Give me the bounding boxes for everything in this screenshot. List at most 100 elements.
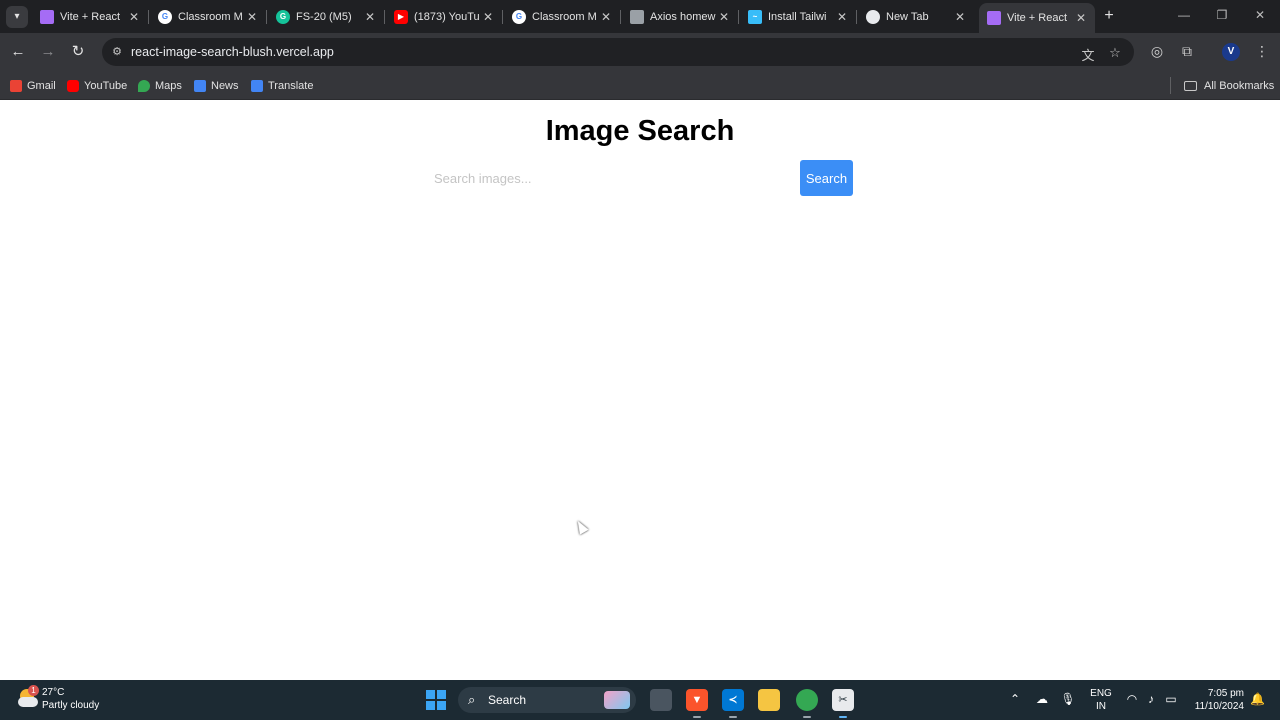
bookmark-label: News	[211, 79, 239, 92]
close-icon[interactable]: ✕	[362, 10, 378, 24]
tab-title: Vite + React	[60, 10, 121, 23]
brave-icon[interactable]: ▼	[686, 689, 708, 718]
chevron-up-icon[interactable]: ⌃	[1007, 692, 1023, 706]
search-button[interactable]: Search	[800, 160, 853, 196]
tab-separator	[384, 10, 385, 24]
tab-separator	[148, 10, 149, 24]
browser-toolbar: ← → ↻ ⚙ react-image-search-blush.vercel.…	[0, 33, 1280, 71]
language-region: IN	[1096, 701, 1106, 712]
bookmark-label: Gmail	[27, 79, 56, 92]
bookmark-maps[interactable]: Maps	[138, 78, 182, 93]
volume-icon[interactable]: ♪	[1143, 692, 1159, 706]
vscode-icon[interactable]: ≺	[722, 689, 744, 718]
wifi-icon[interactable]: ◠	[1124, 692, 1140, 706]
bookmark-gmail[interactable]: Gmail	[10, 78, 56, 93]
youtube-icon: ▶	[394, 9, 408, 24]
tab-1[interactable]: Vite + React ✕	[32, 4, 149, 29]
taskbar-search[interactable]: ⌕ Search	[458, 687, 636, 713]
notification-bell-icon[interactable]: 🔔	[1250, 692, 1265, 706]
tab-3[interactable]: G FS-20 (M5) ✕	[268, 4, 385, 29]
new-tab-button[interactable]: +	[1100, 7, 1118, 25]
chrome-icon[interactable]	[796, 689, 818, 718]
extensions-icon[interactable]: ⧉	[1178, 43, 1196, 60]
snipping-tool-icon[interactable]: ✂	[832, 689, 854, 718]
tab-search-button[interactable]: ▾	[6, 6, 28, 28]
site-info-icon[interactable]: ⚙	[110, 45, 124, 59]
tab-2[interactable]: G Classroom M ✕	[150, 4, 267, 29]
chrome-icon	[866, 9, 880, 24]
translate-icon	[251, 79, 263, 92]
tab-title: (1873) YouTu	[414, 10, 480, 23]
page-title: Image Search	[545, 115, 735, 147]
bookmark-youtube[interactable]: YouTube	[67, 78, 127, 93]
windows-logo-pane	[437, 701, 446, 710]
restore-button[interactable]: ❐	[1212, 8, 1232, 22]
taskbar: 1 27°C Partly cloudy ⌕ Search ▼ ≺ ✂ ⌃ ☁ …	[0, 680, 1280, 720]
profile-avatar[interactable]: V	[1222, 43, 1240, 61]
menu-icon[interactable]: ⋮	[1253, 43, 1271, 60]
bookmark-news[interactable]: News	[194, 78, 239, 93]
tab-separator	[620, 10, 621, 24]
tab-title: Axios homew	[650, 10, 716, 23]
tab-strip: ▾ Vite + React ✕ G Classroom M ✕ G FS-20…	[0, 0, 1280, 33]
page-content: Image Search Search	[0, 101, 1280, 680]
language-indicator[interactable]: ENG	[1090, 688, 1112, 699]
tab-7[interactable]: ~ Install Tailwi ✕	[740, 4, 857, 29]
lens-icon[interactable]: ◎	[1148, 43, 1166, 60]
close-icon[interactable]: ✕	[598, 10, 614, 24]
bookmark-label: Translate	[268, 79, 314, 92]
battery-icon[interactable]: ▭	[1163, 692, 1179, 706]
active-indicator	[839, 716, 847, 718]
windows-logo-pane	[426, 701, 435, 710]
all-bookmarks-button[interactable]: All Bookmarks	[1184, 78, 1274, 93]
address-bar[interactable]: ⚙ react-image-search-blush.vercel.app 文 …	[102, 38, 1134, 66]
news-icon	[194, 79, 206, 92]
bookmark-label: YouTube	[84, 79, 128, 92]
weather-temperature: 27°C	[42, 687, 65, 698]
bookmarks-divider	[1170, 77, 1171, 94]
maps-icon	[138, 79, 150, 92]
tab-separator	[502, 10, 503, 24]
close-window-button[interactable]: ✕	[1250, 8, 1270, 22]
tab-separator	[738, 10, 739, 24]
bookmark-star-icon[interactable]: ☆	[1107, 45, 1123, 61]
bookmark-translate[interactable]: Translate	[251, 78, 313, 93]
youtube-icon	[67, 79, 79, 92]
close-icon[interactable]: ✕	[834, 10, 850, 24]
file-explorer-icon[interactable]	[758, 689, 780, 711]
running-indicator	[729, 716, 737, 718]
search-input[interactable]	[426, 161, 800, 195]
translate-icon[interactable]: 文	[1080, 45, 1096, 64]
running-indicator	[803, 716, 811, 718]
gmail-icon	[10, 79, 22, 92]
tab-4[interactable]: ▶ (1873) YouTu ✕	[386, 4, 503, 29]
back-button[interactable]: ←	[8, 42, 28, 62]
tab-5[interactable]: G Classroom M ✕	[504, 4, 621, 29]
start-button[interactable]	[426, 690, 446, 710]
onedrive-icon[interactable]: ☁	[1034, 692, 1050, 706]
tab-6[interactable]: Axios homew ✕	[622, 4, 739, 29]
reload-button[interactable]: ↻	[68, 42, 88, 62]
close-icon[interactable]: ✕	[1073, 11, 1089, 25]
search-highlight-icon	[604, 691, 630, 709]
folder-icon	[1184, 80, 1197, 91]
close-icon[interactable]: ✕	[952, 10, 968, 24]
all-bookmarks-label: All Bookmarks	[1204, 79, 1275, 92]
close-icon[interactable]: ✕	[480, 10, 496, 24]
close-icon[interactable]: ✕	[126, 10, 142, 24]
search-icon: ⌕	[468, 692, 476, 707]
close-icon[interactable]: ✕	[716, 10, 732, 24]
tab-title: New Tab	[886, 10, 929, 23]
clock-time[interactable]: 7:05 pm	[1188, 688, 1244, 699]
minimize-button[interactable]: —	[1174, 8, 1194, 22]
task-view-icon[interactable]	[650, 689, 672, 711]
tab-8[interactable]: New Tab ✕	[858, 4, 974, 29]
close-icon[interactable]: ✕	[244, 10, 260, 24]
image-icon	[630, 9, 644, 24]
cloud-icon	[18, 697, 38, 707]
weather-badge: 1	[28, 685, 39, 696]
clock-date: 11/10/2024	[1194, 701, 1244, 712]
microphone-icon[interactable]: 🎙	[1060, 692, 1076, 706]
tab-9-active[interactable]: Vite + React ✕	[979, 3, 1095, 33]
forward-button[interactable]: →	[38, 42, 58, 62]
